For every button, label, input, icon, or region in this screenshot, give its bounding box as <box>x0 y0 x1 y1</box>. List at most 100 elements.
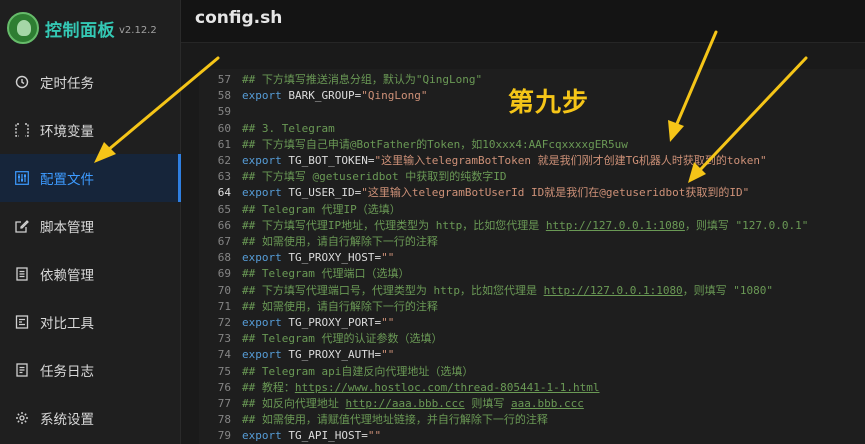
sliders-icon <box>14 170 30 186</box>
line-number: 61 <box>217 137 231 151</box>
sidebar-item-label: 对比工具 <box>40 316 94 332</box>
code-line: 65 ## Telegram 代理IP（选填） <box>199 202 401 218</box>
line-number: 73 <box>217 332 231 346</box>
code-token: ## 下方填写代理IP地址，代理类型为 http，比如您代理是 <box>242 218 546 232</box>
code-token: ## Telegram 代理端口（选填） <box>242 267 410 281</box>
code-line: 62 export TG_BOT_TOKEN="这里输入telegramBotTo… <box>199 153 767 169</box>
gear-icon <box>14 410 30 426</box>
code-token: ，则填写 "127.0.0.1" <box>684 218 809 232</box>
code-token: TG_USER_ID= <box>288 186 362 200</box>
code-token: export <box>242 348 289 362</box>
brackets-icon <box>14 122 30 138</box>
code-token: TG_API_HOST= <box>288 429 368 443</box>
code-token: TG_PROXY_PORT= <box>288 316 382 329</box>
code-line: 78 ## 如需使用，请赋值代理地址链接，并自行解除下一行的注释 <box>199 412 548 428</box>
code-token: TG_BOT_TOKEN= <box>288 154 375 167</box>
sidebar-nav: 定时任务环境变量配置文件脚本管理依赖管理对比工具任务日志系统设置 <box>0 58 181 442</box>
code-line: 76 ## 教程：https://www.hostloc.com/thread-8… <box>199 380 600 396</box>
sidebar-item-settings[interactable]: 系统设置 <box>0 394 181 442</box>
code-line: 75 ## Telegram api自建反向代理地址（选填） <box>199 364 474 380</box>
code-token: "" <box>367 429 382 443</box>
line-number: 65 <box>217 202 231 216</box>
code-link: http://aaa.bbb.ccc <box>345 397 465 410</box>
sidebar-item-diff[interactable]: 对比工具 <box>0 298 181 346</box>
code-token: export <box>242 316 289 329</box>
code-token: ## 如需使用，请自行解除下一行的注释 <box>242 299 438 313</box>
line-number: 68 <box>217 251 231 265</box>
log-icon <box>14 362 30 378</box>
sidebar-item-label: 配置文件 <box>40 172 94 188</box>
code-token: BARK_GROUP= <box>288 89 362 103</box>
brand-title: 控制面板 <box>45 20 115 41</box>
code-line: 59 <box>199 104 242 120</box>
code-token: export <box>242 186 289 200</box>
main-content: config.sh 57 ## 下方填写推送消息分组，默认为"QingLong" 5… <box>181 0 865 444</box>
code-line: 71 ## 如需使用，请自行解除下一行的注释 <box>199 299 438 315</box>
sidebar-item-env[interactable]: 环境变量 <box>0 106 181 154</box>
line-number: 67 <box>217 235 231 248</box>
line-number: 57 <box>217 73 231 86</box>
sidebar-item-label: 脚本管理 <box>40 220 94 236</box>
code-token: "QingLong" <box>361 89 428 103</box>
line-number: 59 <box>217 105 231 119</box>
code-token: ## 下方填写推送消息分组，默认为"QingLong" <box>242 73 483 86</box>
sidebar-item-deps[interactable]: 依赖管理 <box>0 250 181 298</box>
sidebar-item-label: 环境变量 <box>40 124 94 140</box>
code-line: 66 ## 下方填写代理IP地址，代理类型为 http，比如您代理是 http:/… <box>199 218 809 234</box>
code-line: 64 export TG_USER_ID="这里输入telegramBotUser… <box>199 185 750 201</box>
code-token: 则填写 <box>464 397 511 410</box>
line-number: 78 <box>217 413 231 427</box>
code-token: export <box>242 251 289 265</box>
code-link: aaa.bbb.ccc <box>510 397 584 410</box>
sidebar: 控制面板 v2.12.2 定时任务环境变量配置文件脚本管理依赖管理对比工具任务日… <box>0 0 181 444</box>
code-token: ## 如反向代理地址 <box>242 397 346 410</box>
sidebar-item-label: 定时任务 <box>40 76 94 92</box>
code-token: export <box>242 429 289 443</box>
line-number: 79 <box>217 429 231 443</box>
code-line: 69 ## Telegram 代理端口（选填） <box>199 266 410 282</box>
sidebar-item-config[interactable]: 配置文件 <box>0 154 181 202</box>
sidebar-item-logs[interactable]: 任务日志 <box>0 346 181 394</box>
clock-icon <box>14 74 30 90</box>
package-icon <box>14 266 30 282</box>
code-line: 73 ## Telegram 代理的认证参数（选填） <box>199 331 443 347</box>
sidebar-item-label: 系统设置 <box>40 412 94 428</box>
code-token: ## 如需使用，请赋值代理地址链接，并自行解除下一行的注释 <box>242 413 548 427</box>
code-token: ## Telegram 代理的认证参数（选填） <box>242 332 443 346</box>
code-token: "" <box>381 348 395 362</box>
code-token: TG_PROXY_HOST= <box>288 251 382 265</box>
line-number: 74 <box>217 348 231 362</box>
logo <box>7 12 39 44</box>
step-annotation: 第九步 <box>508 88 590 118</box>
code-token: ## Telegram api自建反向代理地址（选填） <box>242 364 474 378</box>
line-number: 77 <box>217 397 231 410</box>
line-number: 70 <box>217 283 231 297</box>
edit-icon <box>14 218 30 234</box>
code-link: http://127.0.0.1:1080 <box>545 218 685 232</box>
code-token: "这里输入telegramBotToken 就是我们刚才创建TG机器人时获取到的… <box>374 154 767 167</box>
code-line: 67 ## 如需使用，请自行解除下一行的注释 <box>199 234 438 250</box>
line-number: 66 <box>217 218 231 232</box>
code-editor[interactable]: 57 ## 下方填写推送消息分组，默认为"QingLong" 58 export BA… <box>199 69 865 444</box>
sidebar-item-script[interactable]: 脚本管理 <box>0 202 181 250</box>
code-token: ## 下方填写代理端口号，代理类型为 http，比如您代理是 <box>242 283 544 297</box>
code-link: http://127.0.0.1:1080 <box>543 283 683 297</box>
line-number: 62 <box>217 154 231 167</box>
line-number: 60 <box>217 121 231 135</box>
code-token: TG_PROXY_AUTH= <box>288 348 382 362</box>
code-link: https://www.hostloc.com/thread-805441-1-… <box>294 380 600 394</box>
code-line: 57 ## 下方填写推送消息分组，默认为"QingLong" <box>199 72 482 88</box>
code-line: 72 export TG_PROXY_PORT="" <box>199 315 395 331</box>
line-number: 75 <box>217 364 231 378</box>
code-token: ## 3. Telegram <box>242 121 335 135</box>
code-token: ## 如需使用，请自行解除下一行的注释 <box>242 235 438 248</box>
code-line: 60 ## 3. Telegram <box>199 121 335 137</box>
code-token: "" <box>381 251 395 265</box>
code-line: 79 export TG_API_HOST="" <box>199 428 381 444</box>
code-token: export <box>242 89 289 103</box>
line-number: 63 <box>217 170 231 184</box>
code-token: export <box>242 154 289 167</box>
code-line: 77 ## 如反向代理地址 http://aaa.bbb.ccc 则填写 aaa.… <box>199 396 584 412</box>
sidebar-item-cron[interactable]: 定时任务 <box>0 58 181 106</box>
brand-version: v2.12.2 <box>119 24 157 36</box>
